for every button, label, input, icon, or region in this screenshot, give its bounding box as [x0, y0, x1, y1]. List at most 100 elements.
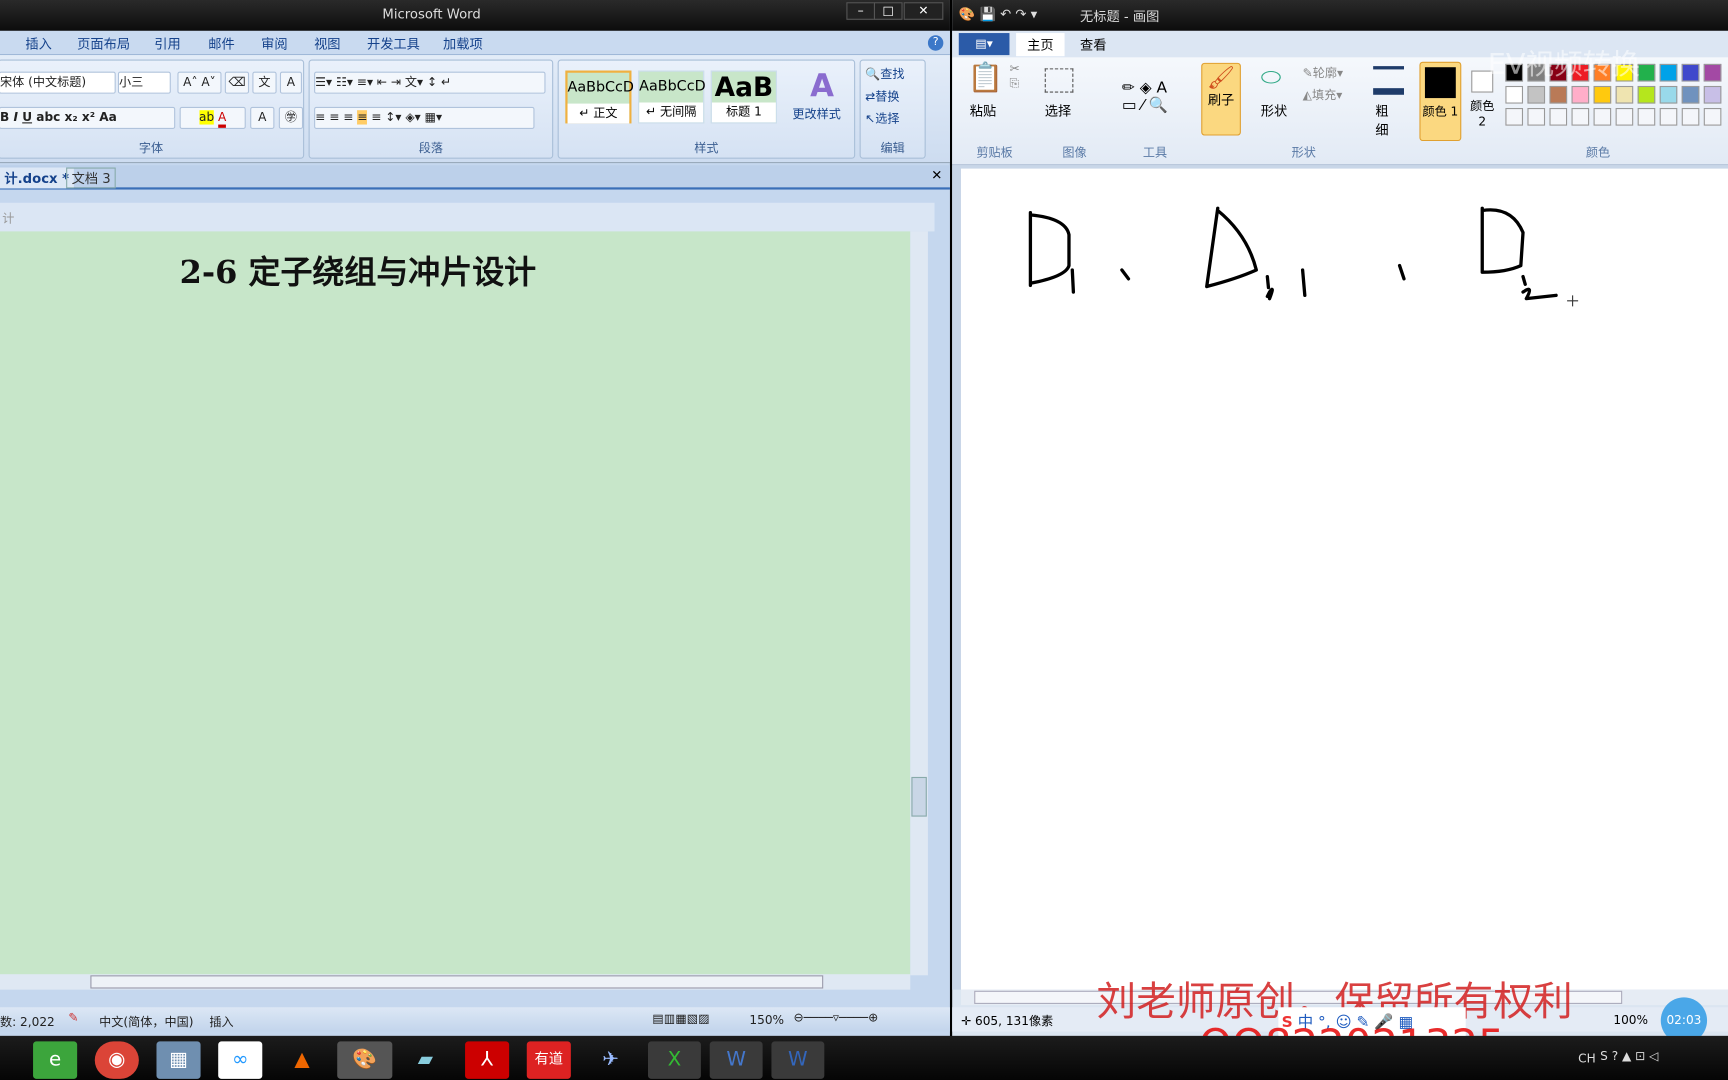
palette-swatch[interactable]: [1681, 85, 1700, 104]
color1-button[interactable]: 颜色 1: [1419, 61, 1462, 142]
taskbar-notes-icon[interactable]: ▰: [403, 1041, 447, 1078]
select-icon[interactable]: [1044, 68, 1074, 93]
palette-swatch[interactable]: [1571, 85, 1590, 104]
tab-view[interactable]: 视图: [314, 34, 340, 53]
format-buttons[interactable]: B I U abc x₂ x² Aa: [0, 106, 176, 129]
doc-tab-2[interactable]: 文档 3: [66, 167, 117, 189]
paint-zoom[interactable]: 100%: [1613, 1013, 1648, 1027]
close-button[interactable]: ✕: [903, 2, 944, 20]
palette-swatch[interactable]: [1703, 63, 1722, 82]
view-buttons[interactable]: ▤▥▦▧▨: [652, 1012, 709, 1026]
palette-swatch[interactable]: [1659, 107, 1678, 126]
palette-swatch[interactable]: [1659, 85, 1678, 104]
find-button[interactable]: 🔍查找: [865, 65, 904, 83]
shapes-icon[interactable]: ⬭: [1261, 64, 1282, 92]
palette-swatch[interactable]: [1549, 85, 1568, 104]
char-border-icon[interactable]: A: [279, 71, 302, 94]
select-button[interactable]: ↖选择: [865, 109, 899, 127]
palette-swatch[interactable]: [1659, 63, 1678, 82]
size-icon[interactable]: [1373, 66, 1404, 95]
select-label[interactable]: 选择: [1045, 101, 1071, 120]
style-heading1[interactable]: AaB 标题 1: [710, 70, 777, 124]
zoom-level[interactable]: 150%: [749, 1013, 784, 1027]
taskbar-calculator-icon[interactable]: ▦: [156, 1041, 201, 1079]
palette-swatch[interactable]: [1637, 85, 1656, 104]
shapes-label[interactable]: 形状: [1261, 101, 1287, 120]
palette-swatch[interactable]: [1703, 85, 1722, 104]
replace-button[interactable]: ⇄替换: [865, 87, 899, 105]
palette-swatch[interactable]: [1637, 63, 1656, 82]
taskbar-bird-icon[interactable]: ✈: [588, 1041, 632, 1078]
change-styles-icon[interactable]: A: [795, 67, 850, 103]
taskbar-word-icon[interactable]: W: [709, 1041, 763, 1079]
zoom-slider[interactable]: ⊖────▿────⊕: [793, 1011, 878, 1025]
taskbar-baidu-icon[interactable]: ∞: [218, 1041, 263, 1079]
insert-mode[interactable]: 插入: [209, 1013, 233, 1031]
font-size-select[interactable]: 小三: [117, 71, 171, 94]
cut-copy-icons[interactable]: ✂ ⎘: [1009, 62, 1019, 92]
style-normal[interactable]: AaBbCcD ↵ 正文: [565, 70, 634, 124]
char-shading-icon[interactable]: A: [250, 106, 275, 129]
drawing-canvas[interactable]: [960, 168, 1728, 990]
scroll-thumb[interactable]: [911, 776, 927, 817]
tab-insert[interactable]: 插入: [25, 34, 51, 53]
maximize-button[interactable]: □: [873, 2, 903, 20]
language-status[interactable]: 中文(简体，中国): [99, 1013, 193, 1031]
palette-swatch[interactable]: [1637, 107, 1656, 126]
taskbar-paint-icon[interactable]: 🎨: [337, 1041, 393, 1079]
tab-review[interactable]: 审阅: [261, 34, 287, 53]
minimize-button[interactable]: –: [846, 2, 876, 20]
highlight-fontcolor-icon[interactable]: ab A: [179, 106, 246, 129]
word-count[interactable]: 数: 2,022: [0, 1013, 55, 1031]
palette-swatch[interactable]: [1703, 107, 1722, 126]
paste-icon[interactable]: 📋: [968, 62, 1004, 95]
palette-swatch[interactable]: [1505, 107, 1524, 126]
phonetic-icon[interactable]: 文: [252, 71, 277, 94]
palette-swatch[interactable]: [1615, 85, 1634, 104]
paint-quick-access[interactable]: 🎨 💾 ↶ ↷ ▾: [959, 7, 1038, 22]
taskbar-word2-icon[interactable]: W: [771, 1041, 825, 1079]
taskbar-excel-icon[interactable]: X: [647, 1041, 701, 1079]
taskbar-matlab-icon[interactable]: ▲: [280, 1041, 324, 1078]
list-indent-buttons[interactable]: ☰▾ ☷▾ ≡▾ ⇤ ⇥ 文▾ ↕ ↵: [314, 71, 546, 94]
horizontal-scrollbar[interactable]: [0, 974, 911, 990]
palette-swatch[interactable]: [1615, 107, 1634, 126]
clear-format-icon[interactable]: ⌫: [224, 71, 250, 94]
tab-view[interactable]: 查看: [1080, 35, 1106, 54]
palette-swatch[interactable]: [1681, 63, 1700, 82]
proofing-icon[interactable]: ✎: [68, 1011, 78, 1025]
palette-swatch[interactable]: [1527, 107, 1546, 126]
palette-swatch[interactable]: [1571, 107, 1590, 126]
palette-swatch[interactable]: [1681, 107, 1700, 126]
change-styles-button[interactable]: 更改样式: [792, 105, 840, 123]
tray-icons[interactable]: S ? ▲ ⊡ ◁: [1600, 1049, 1658, 1063]
brush-button[interactable]: 🖌 刷子: [1201, 62, 1241, 136]
help-icon[interactable]: ?: [927, 35, 944, 51]
paste-label[interactable]: 粘贴: [970, 101, 996, 120]
vertical-scrollbar[interactable]: [910, 231, 928, 976]
fill-button[interactable]: ◭填充▾: [1303, 86, 1343, 104]
h-scroll-thumb[interactable]: [90, 975, 824, 989]
tab-layout[interactable]: 页面布局: [77, 34, 130, 53]
style-no-spacing[interactable]: AaBbCcD ↵ 无间隔: [638, 70, 706, 124]
taskbar-chrome-icon[interactable]: ◉: [94, 1041, 139, 1079]
grow-shrink-font-icon[interactable]: A˄ A˅: [177, 71, 222, 94]
palette-swatch[interactable]: [1593, 85, 1612, 104]
enclose-char-icon[interactable]: ㊫: [278, 106, 304, 129]
alignment-buttons[interactable]: ≡ ≡ ≡ ≡ ≡ ↕▾ ◈▾ ▦▾: [314, 106, 535, 129]
tab-home[interactable]: 主页: [1016, 33, 1065, 57]
palette-swatch[interactable]: [1549, 107, 1568, 126]
tab-references[interactable]: 引用: [154, 34, 180, 53]
document-page[interactable]: 2-6 定子绕组与冲片设计: [0, 231, 911, 976]
tab-developer[interactable]: 开发工具: [367, 34, 420, 53]
outline-button[interactable]: ✎轮廓▾: [1303, 64, 1344, 82]
taskbar-youdao-icon[interactable]: 有道: [526, 1041, 571, 1079]
size-label[interactable]: 粗细: [1375, 101, 1393, 138]
font-name-select[interactable]: 宋体 (中文标题): [0, 71, 116, 94]
close-doc-icon[interactable]: ✕: [931, 168, 942, 183]
tab-mailings[interactable]: 邮件: [208, 34, 234, 53]
doc-tab-active[interactable]: 计.docx *: [0, 167, 74, 189]
taskbar-ie-icon[interactable]: e: [33, 1041, 78, 1079]
tab-addins[interactable]: 加载项: [443, 34, 483, 53]
tools-icons[interactable]: ✏ ◈ A ▭ ⁄ 🔍: [1122, 79, 1168, 114]
